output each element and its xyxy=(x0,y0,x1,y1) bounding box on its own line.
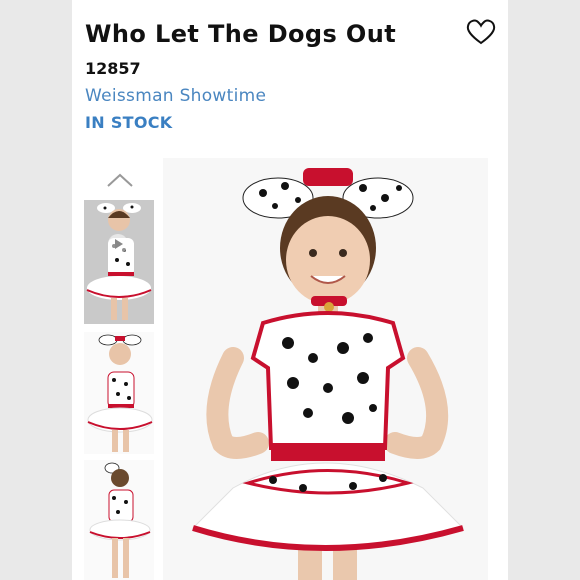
gallery-thumbnail-video[interactable] xyxy=(84,200,154,324)
favorite-button[interactable] xyxy=(466,18,496,46)
stock-status: IN STOCK xyxy=(85,113,173,132)
costume-photo-thumbnail xyxy=(84,460,154,580)
costume-photo-thumbnail xyxy=(84,332,154,454)
brand-link[interactable]: Weissman Showtime xyxy=(85,86,266,106)
heart-outline-icon xyxy=(466,19,496,45)
product-title: Who Let The Dogs Out xyxy=(85,20,397,48)
product-page: Who Let The Dogs Out 12857 Weissman Show… xyxy=(72,0,508,580)
product-sku: 12857 xyxy=(85,59,141,78)
costume-photo-thumbnail xyxy=(84,200,154,324)
gallery-up-button[interactable] xyxy=(106,172,134,188)
costume-photo xyxy=(163,158,488,580)
main-product-image[interactable] xyxy=(163,158,488,580)
gallery-thumbnail-2[interactable] xyxy=(84,332,154,454)
chevron-up-icon xyxy=(107,173,133,187)
gallery-thumbnail-3[interactable] xyxy=(84,460,154,580)
